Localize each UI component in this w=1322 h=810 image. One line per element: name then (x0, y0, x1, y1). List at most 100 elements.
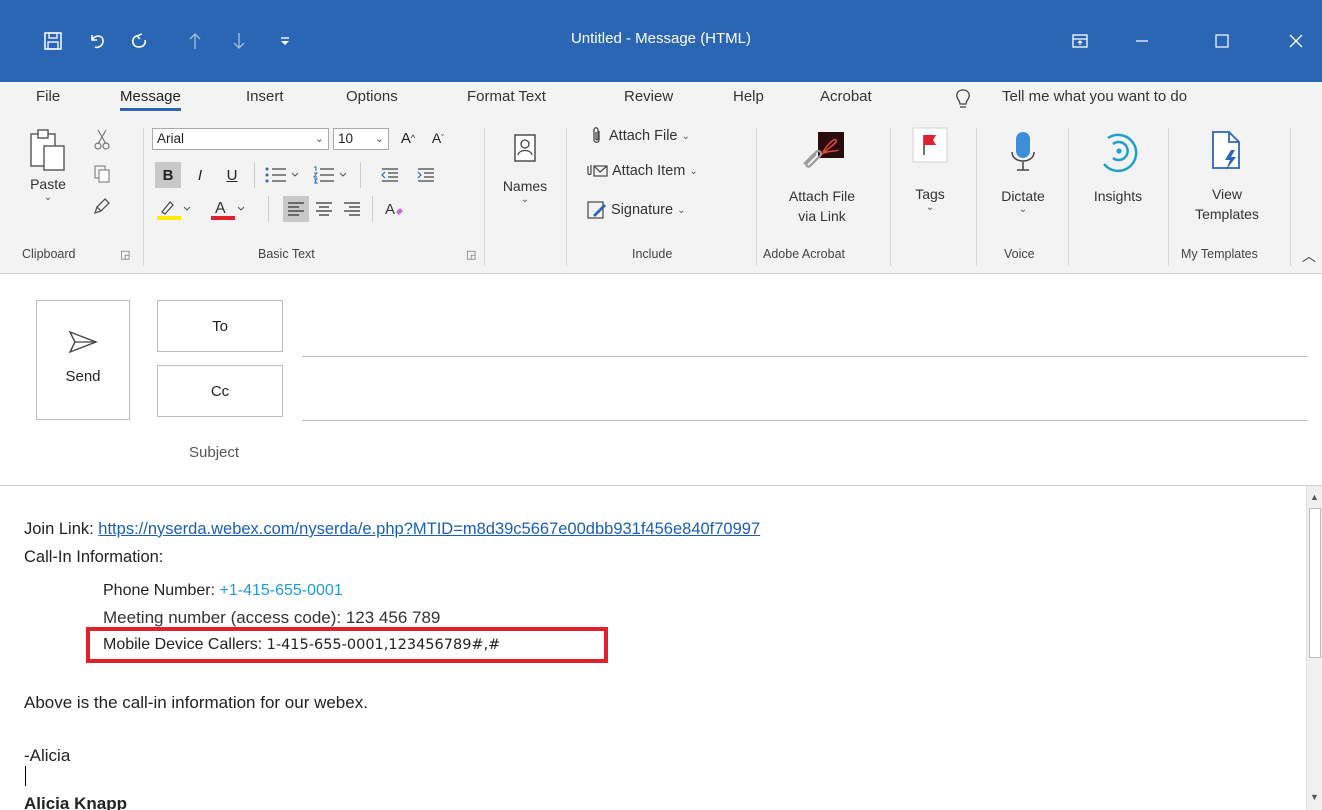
font-name-box[interactable]: Arial ⌄ (152, 128, 329, 150)
group-separator (756, 128, 757, 266)
body-scrollbar[interactable]: ▲ ▼ (1306, 486, 1322, 810)
highlight-box (86, 627, 608, 663)
group-separator (1168, 128, 1169, 266)
my-templates-group-label: My Templates (1181, 247, 1258, 261)
bold-button[interactable]: B (155, 162, 181, 188)
dictate-button[interactable]: Dictate ⌄ (988, 126, 1058, 215)
signature-label: Signature (611, 202, 674, 218)
scroll-down-icon[interactable]: ▼ (1310, 792, 1319, 802)
font-dropdown-icon: ⌄ (314, 133, 324, 145)
message-body[interactable]: Join Link: https://nyserda.webex.com/nys… (0, 486, 1306, 810)
format-painter-icon[interactable] (93, 196, 111, 219)
send-icon (37, 329, 129, 358)
format-divider (268, 196, 269, 222)
cc-button[interactable]: Cc (157, 365, 283, 417)
group-separator (1068, 128, 1069, 266)
group-separator (1290, 128, 1291, 266)
paste-label: Paste (30, 176, 66, 192)
numbering-icon[interactable] (310, 162, 354, 188)
shrink-font-icon[interactable]: Aˇ (424, 125, 452, 151)
group-separator (484, 128, 485, 266)
highlight-color-icon[interactable] (152, 196, 196, 222)
view-templates-label-1: View (1211, 186, 1243, 202)
align-right-icon[interactable] (339, 196, 365, 222)
tab-acrobat[interactable]: Acrobat (820, 82, 872, 114)
grow-font-icon[interactable]: A ^ (394, 125, 422, 151)
tell-me-search[interactable]: Tell me what you want to do (1002, 82, 1187, 114)
format-divider (372, 196, 373, 222)
tab-insert[interactable]: Insert (246, 82, 284, 114)
tags-button[interactable]: Tags ⌄ (902, 124, 958, 213)
meeting-number-line: Meeting number (access code): 123 456 78… (103, 608, 441, 627)
signature-button[interactable]: Signature ⌄ (587, 200, 685, 220)
attach-file-button[interactable]: Attach File ⌄ (589, 126, 690, 146)
attach-via-link-label-1: Attach File (788, 188, 856, 204)
increase-indent-icon[interactable] (408, 162, 444, 188)
clipboard-group-label: Clipboard (22, 247, 76, 261)
ribbon-display-icon[interactable] (1057, 24, 1103, 58)
phone-number-value[interactable]: +1-415-655-0001 (220, 582, 343, 599)
names-button[interactable]: Names ⌄ (495, 128, 555, 205)
underline-button[interactable]: U (219, 162, 245, 188)
paperclip-icon (593, 127, 600, 143)
signature-short: -Alicia (24, 746, 71, 765)
group-separator (890, 128, 891, 266)
scrollbar-thumb[interactable] (1309, 508, 1321, 658)
tab-review[interactable]: Review (624, 82, 673, 114)
to-button[interactable]: To (157, 300, 283, 352)
dictate-dropdown-icon: ⌄ (1018, 204, 1028, 215)
basic-text-launcher-icon[interactable]: ◲ (466, 248, 476, 261)
bullets-icon[interactable] (262, 162, 306, 188)
names-dropdown-icon: ⌄ (520, 194, 530, 205)
decrease-indent-icon[interactable] (372, 162, 408, 188)
font-color-icon[interactable]: A (206, 196, 250, 222)
close-icon[interactable] (1273, 24, 1319, 58)
attach-file-label: Attach File (609, 128, 678, 144)
scroll-up-icon[interactable]: ▲ (1310, 492, 1319, 502)
clipboard-launcher-icon[interactable]: ◲ (120, 248, 130, 261)
tab-message[interactable]: Message (120, 82, 181, 114)
attach-item-button[interactable]: Attach Item ⌄ (586, 162, 698, 180)
send-button[interactable]: Send (36, 300, 130, 420)
paste-dropdown-icon: ⌄ (43, 192, 53, 203)
paste-button[interactable]: Paste ⌄ (18, 126, 78, 203)
clear-formatting-icon[interactable]: A (381, 196, 407, 222)
adobe-acrobat-group-label: Adobe Acrobat (763, 247, 846, 261)
ribbon-tabs: File Message Insert Options Format Text … (0, 82, 1322, 114)
minimize-icon[interactable] (1119, 24, 1165, 58)
dictate-label: Dictate (1001, 188, 1045, 204)
lightbulb-icon (955, 88, 971, 113)
maximize-icon[interactable] (1199, 24, 1245, 58)
collapse-ribbon-icon[interactable]: ︿ (1302, 246, 1316, 266)
tab-format-text[interactable]: Format Text (467, 82, 546, 114)
attach-file-via-link-button[interactable]: Attach File via Link (766, 126, 878, 224)
tab-file[interactable]: File (36, 82, 60, 114)
tab-help[interactable]: Help (733, 82, 764, 114)
signature-name: Alicia Knapp (24, 794, 127, 810)
join-link-label: Join Link: (24, 520, 99, 538)
include-group-label: Include (632, 247, 673, 261)
tab-options[interactable]: Options (346, 82, 398, 114)
tags-dropdown-icon: ⌄ (925, 202, 935, 213)
format-divider (254, 162, 255, 188)
attach-file-dropdown-icon: ⌄ (681, 130, 690, 142)
attach-item-dropdown-icon: ⌄ (689, 165, 698, 177)
join-link[interactable]: https://nyserda.webex.com/nyserda/e.php?… (98, 520, 760, 538)
format-divider (360, 162, 361, 188)
title-bar: Untitled - Message (HTML) (0, 0, 1322, 82)
font-size-dropdown-icon: ⌄ (374, 133, 384, 145)
cut-icon[interactable] (93, 128, 111, 153)
phone-number-line: Phone Number: +1-415-655-0001 (103, 582, 343, 600)
call-in-heading: Call-In Information: (24, 548, 164, 566)
view-templates-button[interactable]: View Templates (1176, 126, 1278, 222)
to-field[interactable] (302, 356, 1308, 357)
send-label: Send (65, 368, 101, 385)
font-size-box[interactable]: 10 ⌄ (333, 128, 389, 150)
names-label: Names (502, 178, 548, 194)
align-center-icon[interactable] (311, 196, 337, 222)
copy-icon[interactable] (93, 164, 111, 187)
italic-button[interactable]: I (187, 162, 213, 188)
cc-field[interactable] (302, 420, 1308, 421)
insights-button[interactable]: Insights (1080, 126, 1156, 204)
align-left-icon[interactable] (283, 196, 309, 222)
